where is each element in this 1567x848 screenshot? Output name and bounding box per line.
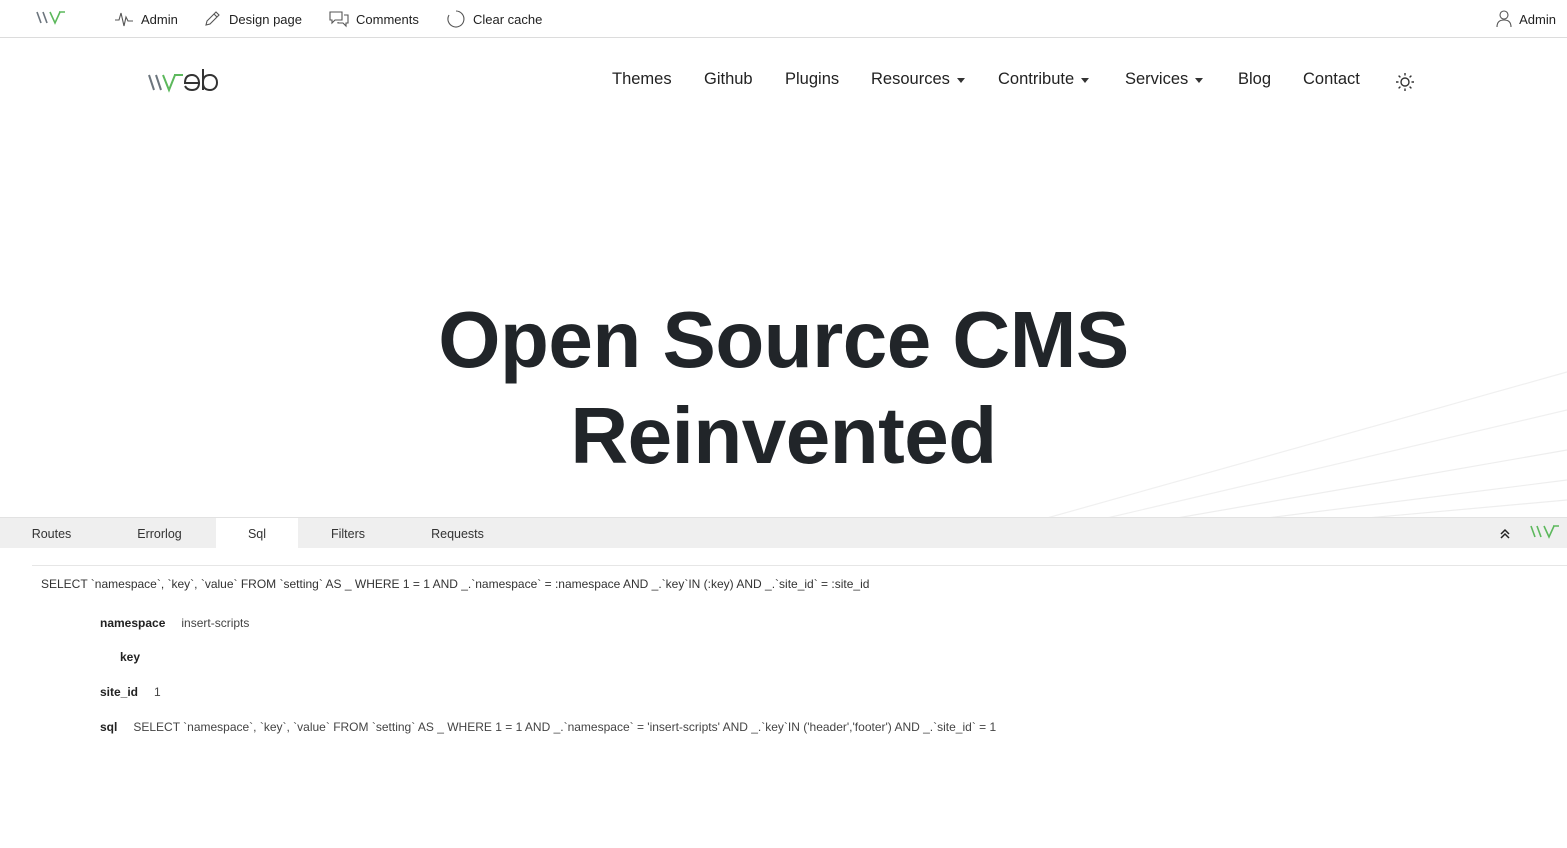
vvveb-logo-icon[interactable] [36, 11, 66, 25]
tab-requests[interactable]: Requests [398, 518, 517, 549]
nav-plugins-label: Plugins [785, 70, 840, 88]
param-row: sql SELECT `namespace`, `key`, `value` F… [100, 720, 996, 734]
comments-link[interactable]: Comments [329, 0, 419, 38]
nav-plugins[interactable]: Plugins [785, 70, 839, 89]
vvveb-debug-logo-icon [1530, 525, 1559, 539]
clear-cache-link[interactable]: Clear cache [446, 0, 542, 38]
nav-blog[interactable]: Blog [1238, 70, 1271, 89]
tab-requests-label: Requests [431, 526, 484, 541]
param-row: site_id 1 [100, 685, 161, 699]
circle-icon [447, 10, 465, 28]
tab-routes[interactable]: Routes [0, 518, 103, 549]
nav-themes-label: Themes [612, 70, 672, 88]
nav-resources[interactable]: Resources [871, 70, 965, 89]
param-value: insert-scripts [181, 616, 250, 630]
tab-errorlog-label: Errorlog [137, 526, 182, 541]
theme-toggle-button[interactable] [1395, 72, 1415, 92]
pencil-icon [205, 11, 220, 26]
nav-resources-label: Resources [871, 70, 950, 88]
nav-github-label: Github [704, 70, 753, 88]
nav-blog-label: Blog [1238, 70, 1272, 88]
caret-down-icon [956, 77, 965, 83]
admin-bar: Admin Design page Comments Clear cache A… [0, 0, 1567, 38]
divider [32, 565, 1567, 566]
param-key: key [120, 650, 141, 664]
nav-contribute-label: Contribute [998, 70, 1075, 88]
hero-title-line1: Open Source CMS [438, 295, 1129, 384]
nav-contribute[interactable]: Contribute [998, 70, 1090, 89]
main-nav: Themes Github Plugins Resources Contribu… [0, 70, 1567, 94]
caret-down-icon [1195, 77, 1204, 83]
nav-themes[interactable]: Themes [612, 70, 672, 89]
clear-cache-label: Clear cache [473, 11, 543, 27]
tab-routes-label: Routes [31, 526, 72, 541]
comments-label: Comments [356, 11, 419, 27]
param-row: key [120, 650, 156, 664]
param-value: SELECT `namespace`, `key`, `value` FROM … [133, 720, 997, 734]
design-page-link[interactable]: Design page [203, 0, 302, 38]
debug-toolbar: Routes Errorlog Sql Filters Requests [0, 517, 1567, 549]
sun-icon [1396, 73, 1414, 91]
comments-icon [329, 11, 349, 28]
param-key: sql [100, 720, 118, 734]
hero-title: Open Source CMS Reinvented [0, 292, 1567, 484]
nav-services-label: Services [1125, 70, 1189, 88]
hero-title-line2: Reinvented [570, 391, 997, 480]
tab-errorlog[interactable]: Errorlog [103, 518, 216, 549]
param-row: namespace insert-scripts [100, 616, 249, 630]
caret-down-icon [1081, 77, 1090, 83]
nav-contact[interactable]: Contact [1303, 70, 1360, 89]
nav-services[interactable]: Services [1125, 70, 1204, 89]
admin-link[interactable]: Admin [114, 0, 178, 38]
param-value: 1 [154, 685, 161, 699]
tab-filters[interactable]: Filters [298, 518, 398, 549]
user-menu[interactable]: Admin [1496, 0, 1556, 38]
param-key: site_id [100, 685, 139, 699]
admin-link-label: Admin [141, 11, 178, 27]
tab-sql-label: Sql [247, 526, 267, 541]
user-icon [1496, 10, 1512, 28]
user-label: Admin [1519, 11, 1556, 27]
sql-query: SELECT `namespace`, `key`, `value` FROM … [41, 577, 870, 591]
param-key: namespace [100, 616, 166, 630]
sql-panel: SELECT `namespace`, `key`, `value` FROM … [0, 548, 1567, 848]
tab-filters-label: Filters [330, 526, 366, 541]
design-page-label: Design page [229, 11, 302, 27]
activity-icon [115, 12, 133, 27]
chevrons-up-icon[interactable] [1499, 528, 1511, 540]
nav-github[interactable]: Github [704, 70, 753, 89]
nav-contact-label: Contact [1303, 70, 1360, 88]
tab-sql[interactable]: Sql [216, 518, 298, 549]
